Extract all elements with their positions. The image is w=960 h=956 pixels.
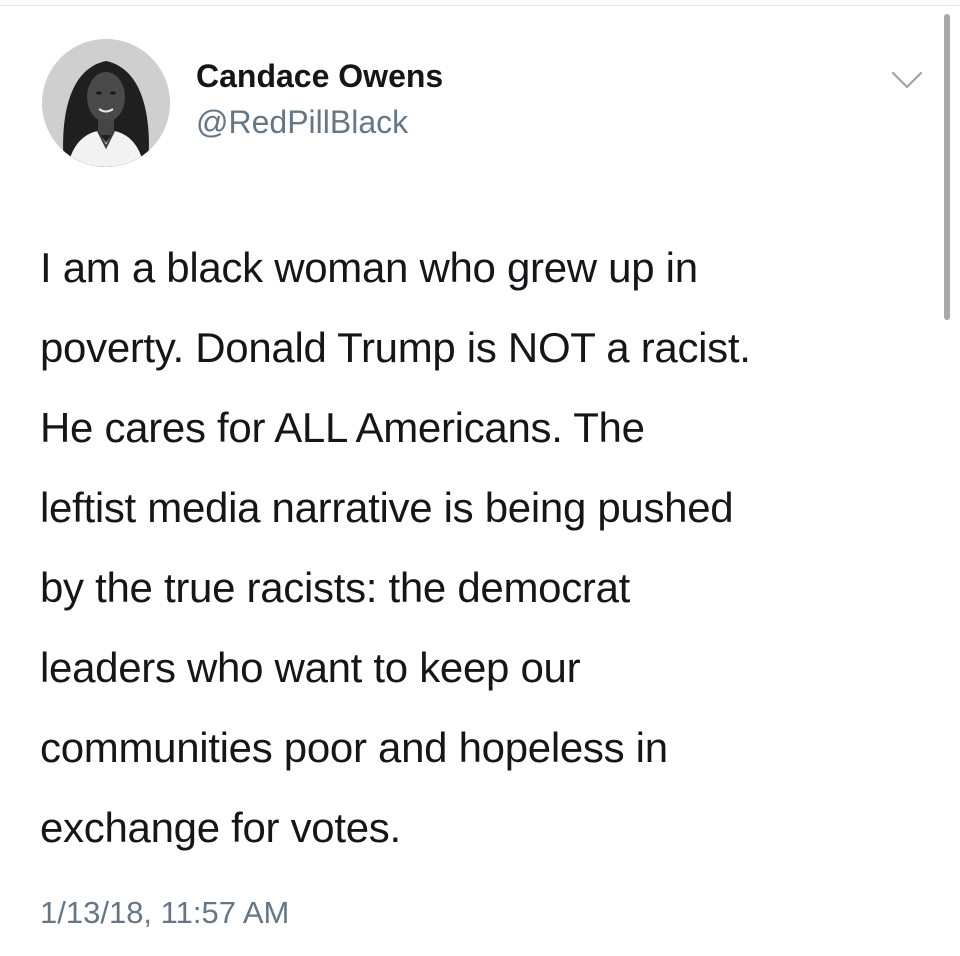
chevron-down-icon [891,71,923,89]
tweet-text-line: by the true racists: the democrat [40,564,631,611]
user-avatar-icon [42,39,170,167]
avatar[interactable] [42,39,170,167]
tweet-text: I am a black woman who grew up in povert… [40,228,940,868]
tweet-text-line: leftist media narrative is being pushed [40,484,734,531]
tweet-menu-button[interactable] [890,68,924,92]
tweet-timestamp[interactable]: 1/13/18, 11:57 AM [40,893,289,933]
top-divider [0,5,960,6]
tweet-text-line: leaders who want to keep our [40,644,581,691]
tweet-text-line: communities poor and hopeless in [40,724,668,771]
tweet-text-line: poverty. Donald Trump is NOT a racist. [40,324,751,371]
tweet-text-line: I am a black woman who grew up in [40,244,698,291]
author-display-name[interactable]: Candace Owens [196,56,443,96]
tweet-text-line: exchange for votes. [40,804,401,851]
author-handle[interactable]: @RedPillBlack [196,102,408,142]
scrollbar-thumb[interactable] [944,14,950,320]
tweet-text-line: He cares for ALL Americans. The [40,404,645,451]
